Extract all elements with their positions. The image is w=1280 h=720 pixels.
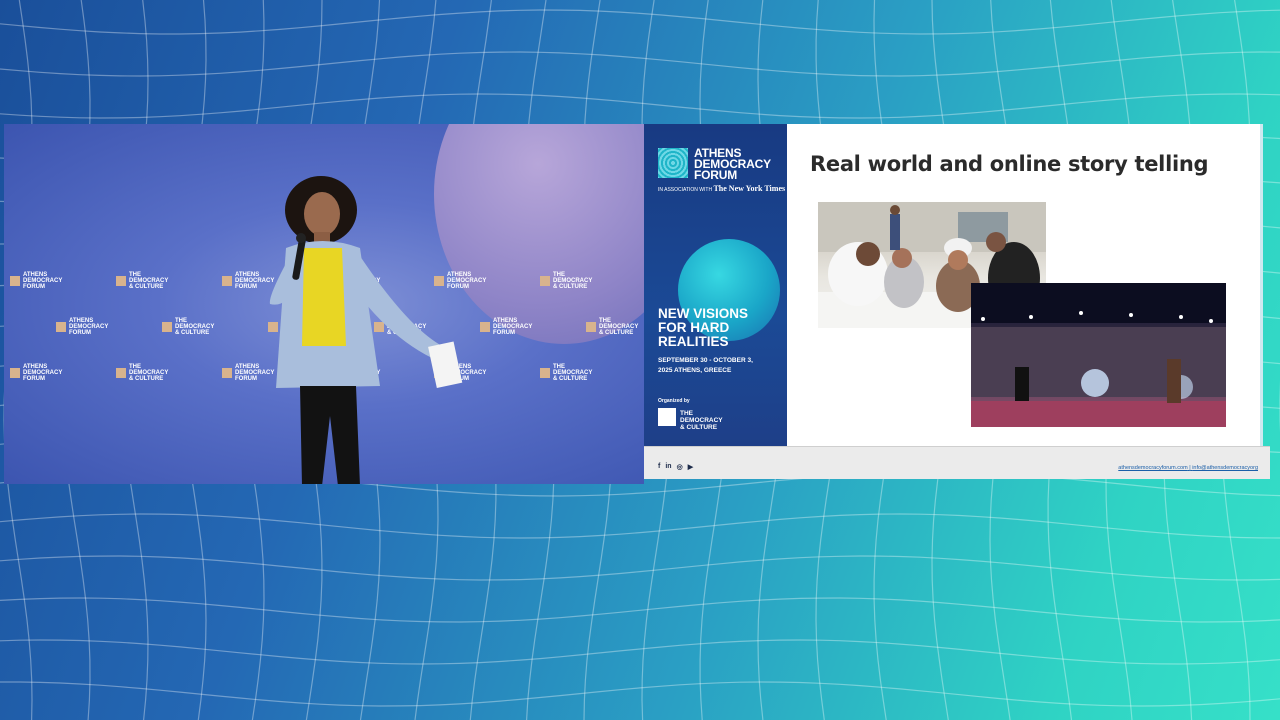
backdrop-logo-text: THEDEMOCRACY& CULTURE bbox=[553, 272, 593, 290]
email-link[interactable]: info@athensdemocracyorg bbox=[1192, 465, 1258, 471]
photo-concert-illustration bbox=[971, 283, 1226, 427]
backdrop-logo-text: ATHENSDEMOCRACYFORUM bbox=[493, 318, 533, 336]
facebook-icon: f bbox=[658, 463, 661, 470]
backdrop-logo-text: THEDEMOCRACY& CULTURE bbox=[129, 364, 169, 382]
backdrop-logo-icon bbox=[480, 322, 490, 332]
backdrop-logo: THEDEMOCRACY& CULTURE bbox=[540, 364, 592, 382]
backdrop-logo-icon bbox=[586, 322, 596, 332]
association-line: IN ASSOCIATION WITH The New York Times bbox=[658, 184, 785, 193]
backdrop-logo-icon bbox=[116, 276, 126, 286]
instagram-icon: ◎ bbox=[676, 464, 683, 471]
backdrop-logo-icon bbox=[540, 276, 550, 286]
photo-concert-crowd bbox=[971, 283, 1226, 427]
slide-branding-panel: ATHENS DEMOCRACY FORUM IN ASSOCIATION WI… bbox=[644, 124, 787, 446]
backdrop-logo: THEDEMOCRACY& CULTURE bbox=[540, 272, 592, 290]
backdrop-logo: ATHENSDEMOCRACYFORUM bbox=[480, 318, 532, 336]
backdrop-logo-icon bbox=[222, 276, 232, 286]
backdrop-logo-icon bbox=[10, 368, 20, 378]
backdrop-logo-icon bbox=[162, 322, 172, 332]
speaker-figure bbox=[269, 176, 463, 484]
backdrop-logo: ATHENSDEMOCRACYFORUM bbox=[56, 318, 108, 336]
event-headline: NEW VISIONS FOR HARD REALITIES bbox=[658, 307, 748, 349]
backdrop-logo-icon bbox=[222, 368, 232, 378]
forum-name: ATHENS DEMOCRACY FORUM bbox=[694, 147, 771, 182]
backdrop-logo-icon bbox=[116, 368, 126, 378]
organized-by-label: Organized by bbox=[658, 398, 690, 404]
backdrop-logo-text: ATHENSDEMOCRACYFORUM bbox=[23, 272, 63, 290]
social-icons: f in ◎ ▶ bbox=[658, 463, 693, 471]
footer-links: athensdemocracyforum.com | info@athensde… bbox=[1118, 465, 1258, 471]
backdrop-logo-icon bbox=[540, 368, 550, 378]
headline-line: FOR HARD bbox=[658, 320, 730, 335]
backdrop-logo-icon bbox=[56, 322, 66, 332]
backdrop-logo: THEDEMOCRACY& CULTURE bbox=[162, 318, 214, 336]
nyt-wordmark: The New York Times bbox=[713, 184, 786, 193]
backdrop-logo-text: ATHENSDEMOCRACYFORUM bbox=[69, 318, 109, 336]
slide-title: Real world and online story telling bbox=[810, 152, 1209, 176]
link-separator: | bbox=[1189, 465, 1191, 471]
backdrop-logo-text: ATHENSDEMOCRACYFORUM bbox=[23, 364, 63, 382]
forum-name-line: FORUM bbox=[694, 168, 737, 182]
backdrop-logo-text: THEDEMOCRACY& CULTURE bbox=[129, 272, 169, 290]
dates-line: 2025 ATHENS, GREECE bbox=[658, 367, 732, 374]
backdrop-logo: THEDEMOCRACY& CULTURE bbox=[586, 318, 638, 336]
organizer-line: THE bbox=[680, 410, 693, 417]
speaker-video: ATHENS DEMOCRACY FORUM THE DEMOCRACY & CULTUR… bbox=[4, 124, 644, 484]
event-dates: SEPTEMBER 30 - OCTOBER 3, 2025 ATHENS, G… bbox=[658, 356, 753, 376]
backdrop-logo: ATHENSDEMOCRACYFORUM bbox=[10, 364, 62, 382]
slide-footer: f in ◎ ▶ athensdemocracyforum.com | info… bbox=[644, 446, 1270, 479]
headline-line: NEW VISIONS bbox=[658, 306, 749, 321]
athens-democracy-forum-logo-icon bbox=[658, 148, 688, 178]
dates-line: SEPTEMBER 30 - OCTOBER 3, bbox=[658, 357, 753, 364]
backdrop-logo-icon bbox=[10, 276, 20, 286]
backdrop-logo: THEDEMOCRACY& CULTURE bbox=[116, 272, 168, 290]
linkedin-icon: in bbox=[665, 463, 672, 470]
slide-content: Real world and online story telling bbox=[787, 124, 1263, 446]
backdrop-logo-text: THEDEMOCRACY& CULTURE bbox=[175, 318, 215, 336]
democracy-culture-logo-icon bbox=[658, 408, 676, 426]
backdrop-logo: THEDEMOCRACY& CULTURE bbox=[116, 364, 168, 382]
organizer-line: DEMOCRACY bbox=[680, 417, 723, 424]
headline-line: REALITIES bbox=[658, 334, 729, 349]
organizer-name: THE DEMOCRACY & CULTURE bbox=[680, 410, 723, 431]
backdrop-logo-text: THEDEMOCRACY& CULTURE bbox=[599, 318, 639, 336]
backdrop-logo: ATHENSDEMOCRACYFORUM bbox=[10, 272, 62, 290]
backdrop-logo-text: THEDEMOCRACY& CULTURE bbox=[553, 364, 593, 382]
organizer-line: & CULTURE bbox=[680, 424, 718, 431]
association-label: IN ASSOCIATION WITH bbox=[658, 187, 713, 193]
youtube-icon: ▶ bbox=[687, 464, 694, 471]
website-link[interactable]: athensdemocracyforum.com bbox=[1118, 465, 1187, 471]
